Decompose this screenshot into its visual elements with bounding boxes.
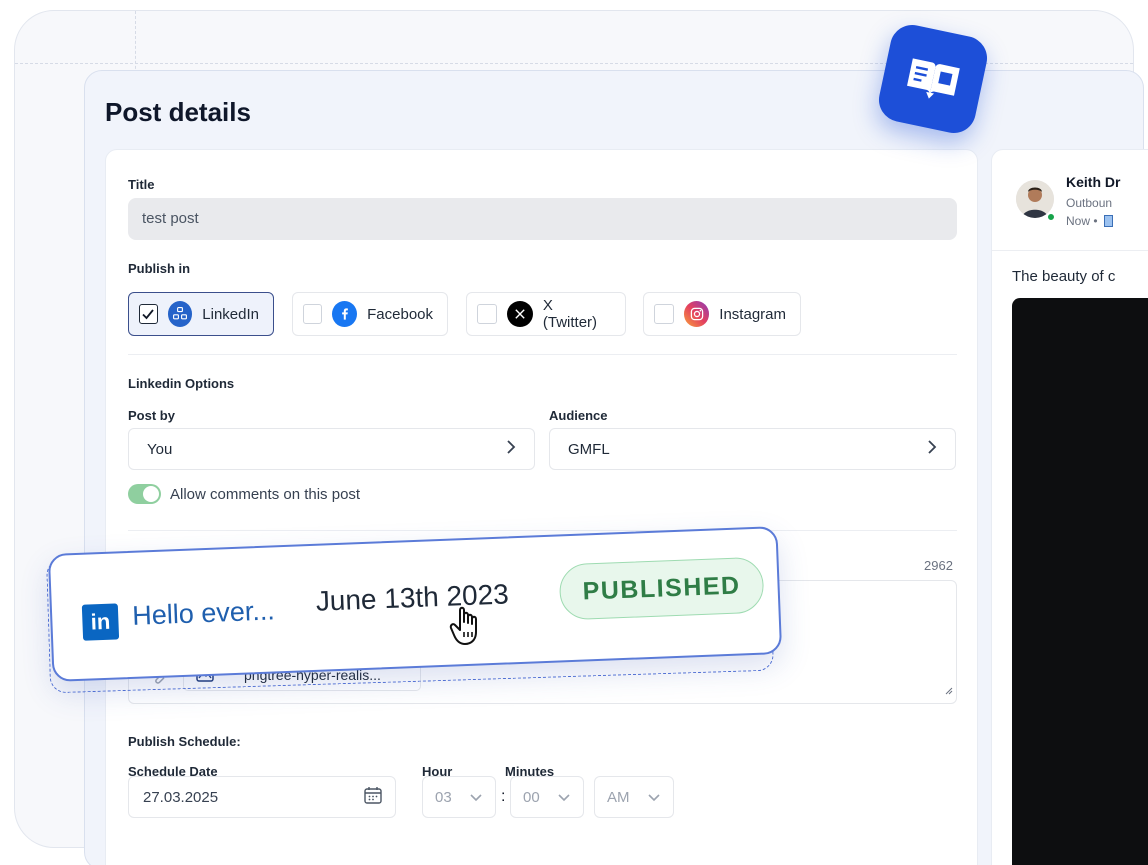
char-count: 2962 (924, 558, 953, 573)
audience-select[interactable]: GMFL (549, 428, 956, 470)
title-input[interactable]: test post (128, 198, 957, 240)
preview-author-name: Keith Dr (1066, 174, 1121, 190)
preview-text: The beauty of c (1012, 268, 1116, 285)
calendar-icon[interactable] (363, 785, 383, 809)
linkedin-logo-icon: in (81, 603, 120, 641)
schedule-date-value: 27.03.2025 (143, 788, 219, 806)
post-by-label: Post by (128, 408, 175, 423)
platform-x-twitter[interactable]: X (Twitter) (466, 292, 626, 336)
schedule-date-input[interactable]: 27.03.2025 (128, 776, 396, 818)
minutes-value: 00 (523, 788, 540, 806)
instagram-icon (683, 301, 710, 327)
platform-label: Facebook (367, 305, 433, 323)
chevron-right-icon (927, 439, 937, 459)
platform-instagram[interactable]: Instagram (643, 292, 801, 336)
hour-value: 03 (435, 788, 452, 806)
ampm-select[interactable]: AM (594, 776, 674, 818)
preview-author-subtitle: Outboun (1066, 196, 1113, 210)
post-by-select[interactable]: You (128, 428, 535, 470)
checkbox-icon[interactable] (654, 304, 674, 324)
linkedin-icon (167, 301, 193, 327)
platform-linkedin[interactable]: LinkedIn (128, 292, 274, 336)
post-preview-card: Keith Dr Outboun Now • The beauty of c (991, 149, 1148, 865)
divider (128, 530, 957, 531)
chevron-down-icon (469, 789, 483, 806)
linkedin-options-label: Linkedin Options (128, 376, 235, 391)
time-separator: : (501, 788, 506, 805)
audience-value: GMFL (568, 440, 610, 458)
checkbox-icon[interactable] (477, 304, 497, 324)
platform-label: LinkedIn (202, 305, 259, 323)
platform-label: Instagram (719, 305, 786, 323)
preview-media-image (1012, 298, 1148, 865)
hand-cursor-icon (448, 604, 488, 648)
platform-label: X (Twitter) (542, 297, 598, 331)
post-by-value: You (147, 440, 173, 458)
chevron-right-icon (506, 439, 516, 459)
resize-handle-icon[interactable] (945, 682, 953, 700)
post-details-window: Post details Title test post Publish in … (84, 70, 1148, 865)
post-form: Title test post Publish in LinkedIn Face… (105, 149, 978, 865)
platform-facebook[interactable]: Facebook (292, 292, 448, 336)
preview-time: Now • (1066, 214, 1098, 228)
chevron-down-icon (557, 789, 571, 806)
checkbox-checked-icon[interactable] (139, 304, 158, 324)
preview-meta: Now • (1066, 214, 1113, 228)
x-twitter-icon (506, 301, 533, 327)
divider (992, 250, 1148, 251)
publish-in-label: Publish in (128, 261, 191, 276)
online-status-dot (1046, 212, 1056, 222)
notification-post-title: Hello ever... (131, 595, 276, 631)
title-label: Title (128, 177, 155, 192)
globe-icon (1103, 215, 1113, 227)
divider (128, 354, 957, 355)
audience-label: Audience (549, 408, 608, 423)
hour-select[interactable]: 03 (422, 776, 496, 818)
open-book-icon (874, 20, 992, 138)
minutes-select[interactable]: 00 (510, 776, 584, 818)
published-status-badge: PUBLISHED (558, 556, 765, 621)
allow-comments-label: Allow comments on this post (170, 486, 361, 503)
ampm-value: AM (607, 788, 630, 806)
checkbox-icon[interactable] (303, 304, 323, 324)
page-title: Post details (105, 97, 251, 127)
facebook-icon (332, 301, 358, 327)
chevron-down-icon (647, 789, 661, 806)
allow-comments-toggle[interactable] (128, 484, 161, 504)
publish-schedule-label: Publish Schedule: (128, 734, 241, 749)
